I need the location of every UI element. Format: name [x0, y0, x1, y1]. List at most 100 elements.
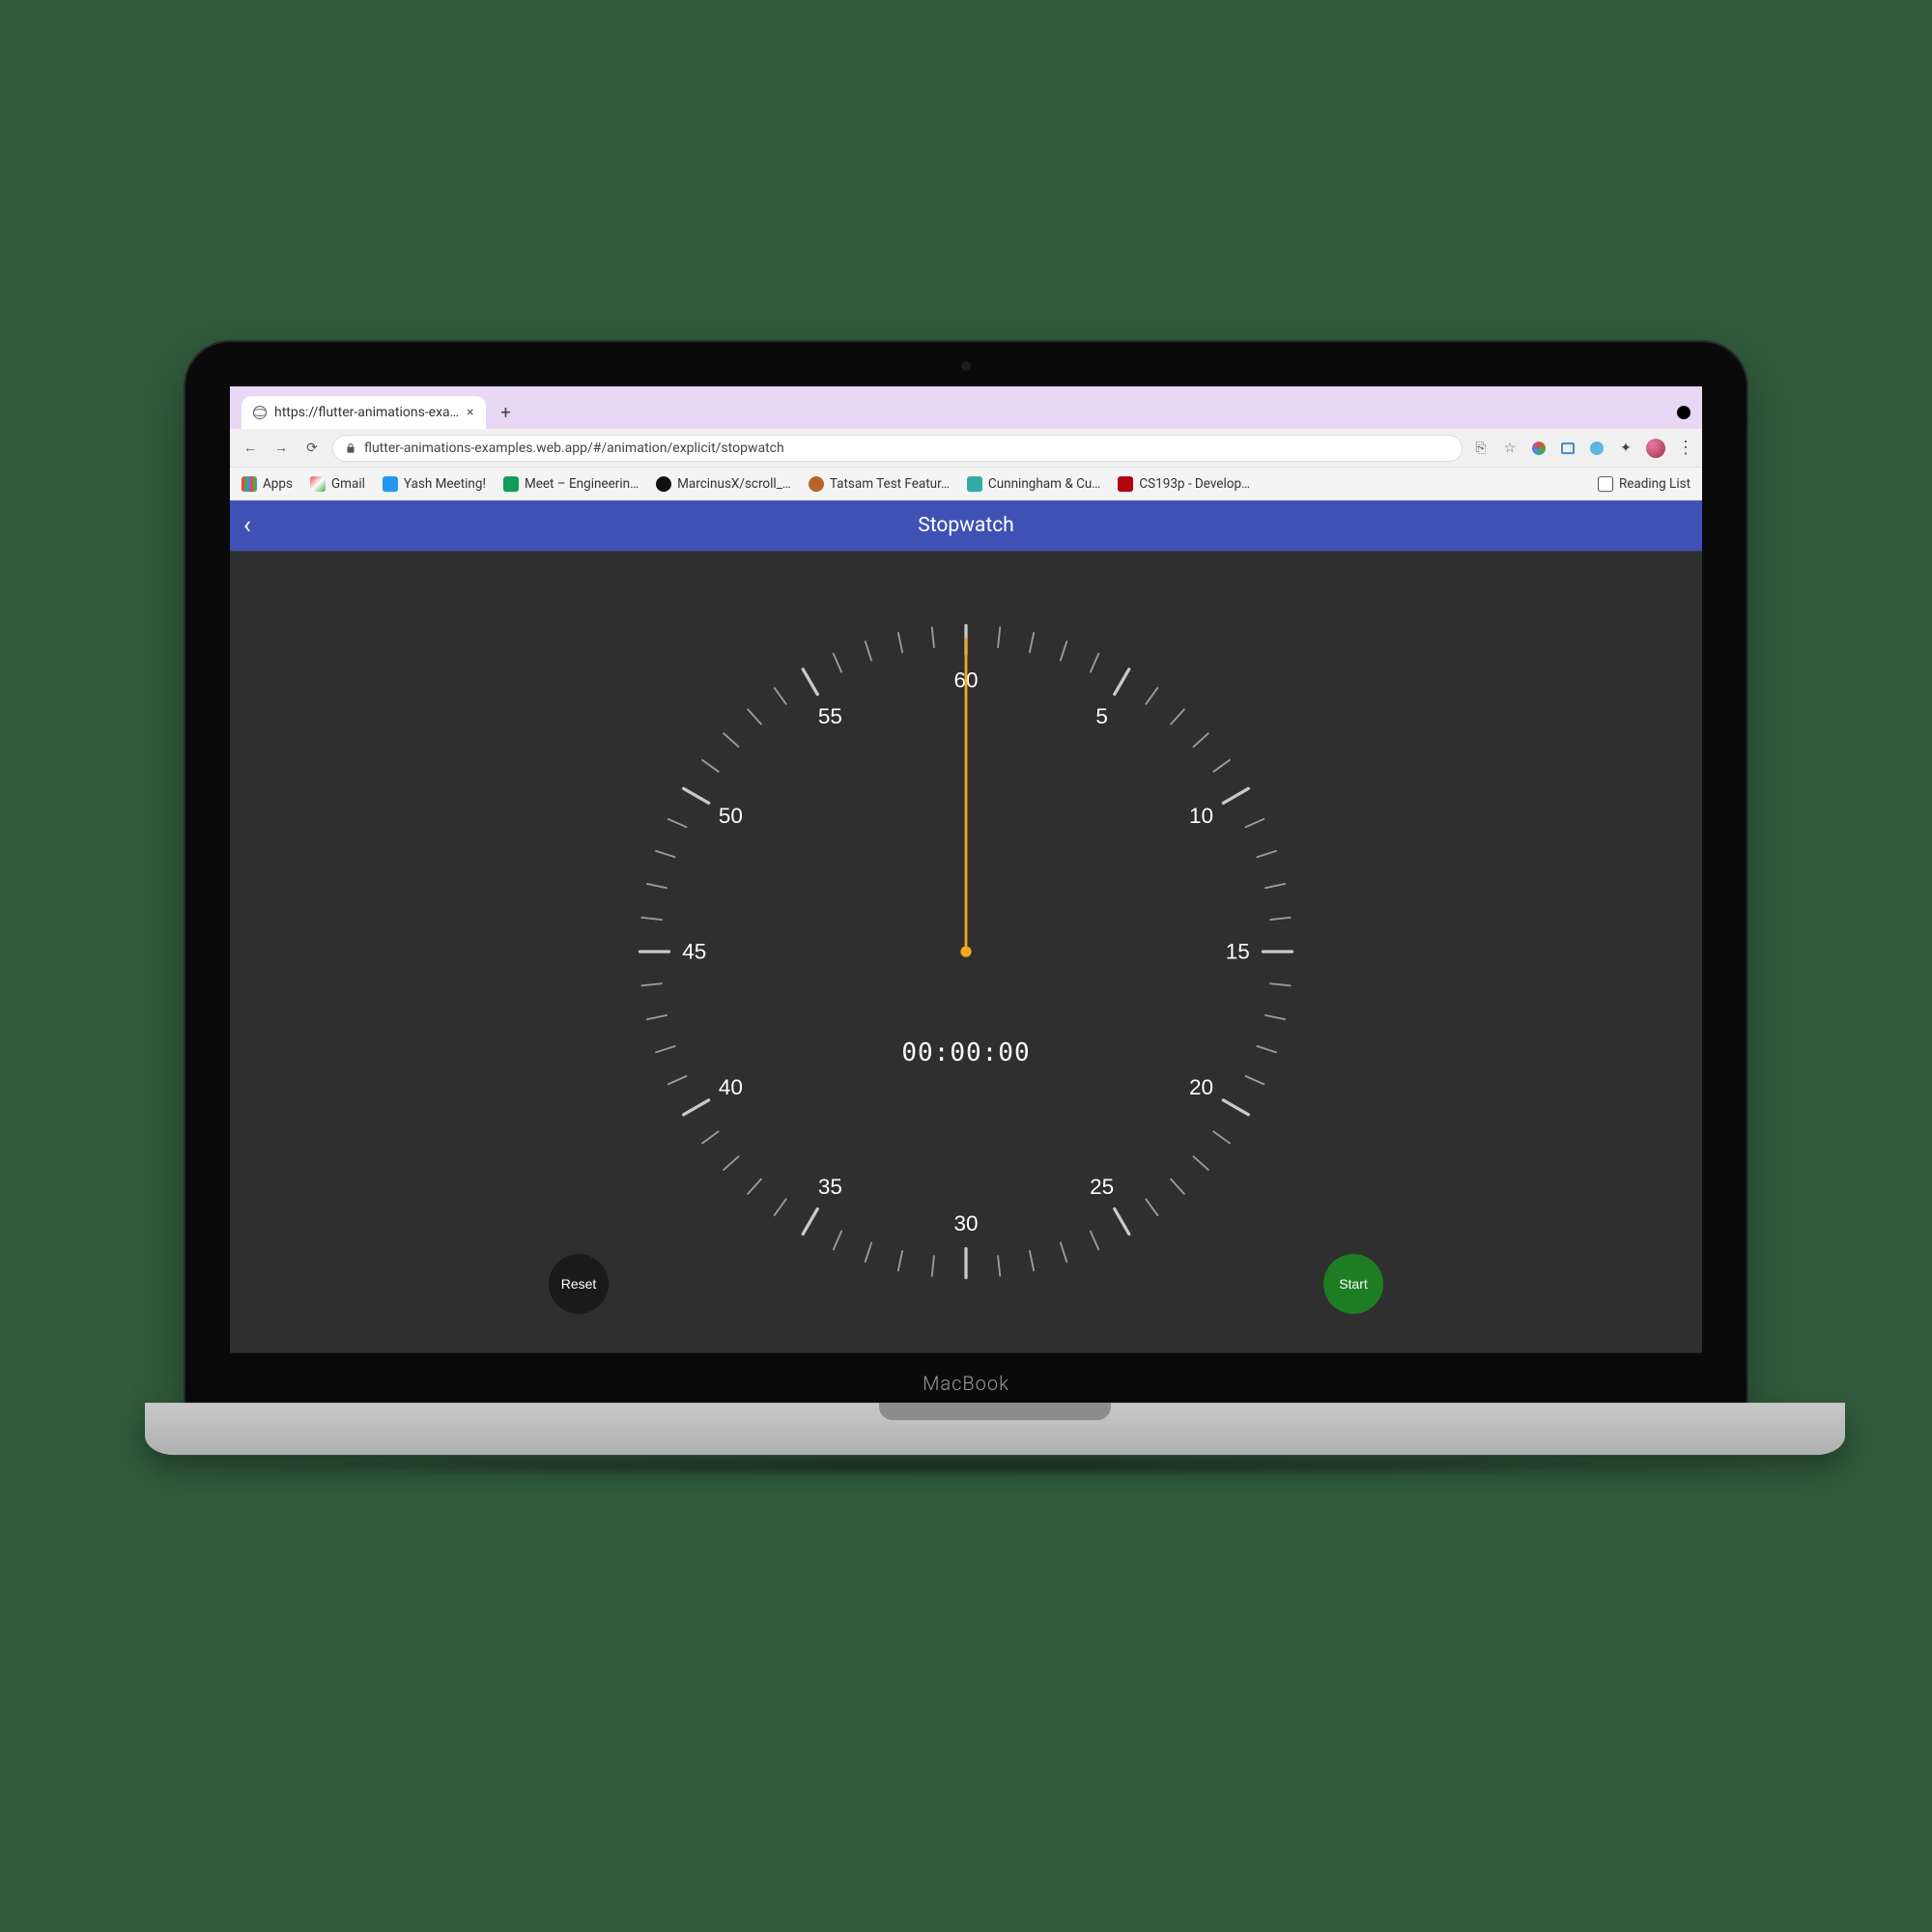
minor-tick — [656, 851, 675, 857]
ext-color-icon[interactable] — [1530, 440, 1548, 457]
tabbar-status-dot — [1677, 406, 1690, 419]
gmail-icon — [310, 476, 326, 492]
minor-tick — [702, 1131, 719, 1143]
minor-tick — [1246, 819, 1264, 827]
minor-tick — [702, 760, 719, 772]
minor-tick — [1213, 1131, 1230, 1143]
meet-icon — [503, 476, 519, 492]
tatsam-icon — [809, 476, 824, 492]
back-button[interactable]: ← — [240, 440, 261, 456]
chrome-window: https://flutter-animations-exa… × + ← → … — [230, 386, 1702, 1352]
globe-icon — [253, 406, 267, 419]
extensions-icon[interactable]: ✦ — [1617, 440, 1634, 457]
elapsed-time: 00:00:00 — [901, 1038, 1030, 1067]
minor-tick — [1257, 1046, 1276, 1052]
share-icon[interactable]: ⎘ — [1472, 440, 1490, 457]
major-tick — [1115, 1208, 1129, 1234]
github-icon — [656, 476, 671, 492]
minor-tick — [1194, 733, 1208, 747]
minor-tick — [1061, 641, 1066, 661]
chrome-menu-button[interactable]: ⋮ — [1677, 438, 1692, 458]
reset-button[interactable]: Reset — [549, 1254, 609, 1314]
tab-title: https://flutter-animations-exa… — [274, 405, 459, 420]
minor-tick — [1213, 760, 1230, 772]
laptop-deck — [145, 1403, 1845, 1455]
app-bar: ‹ Stopwatch — [230, 500, 1702, 551]
clock-number: 50 — [719, 804, 743, 828]
macbook-label: MacBook — [923, 1372, 1009, 1395]
bookmark-reading-list[interactable]: Reading List — [1598, 476, 1690, 492]
major-tick — [1223, 1100, 1248, 1115]
bookmark-cunningham[interactable]: Cunningham & Cu… — [967, 476, 1100, 492]
calendar-icon — [383, 476, 398, 492]
minor-tick — [1171, 709, 1184, 724]
cunningham-icon — [967, 476, 982, 492]
minor-tick — [1265, 1015, 1285, 1019]
minor-tick — [724, 733, 738, 747]
shadow — [145, 1455, 1787, 1478]
chrome-tabbar: https://flutter-animations-exa… × + — [230, 386, 1702, 429]
clock-number: 35 — [818, 1175, 842, 1199]
clock-number: 25 — [1090, 1175, 1114, 1199]
bookmark-yash[interactable]: Yash Meeting! — [383, 476, 486, 492]
minor-tick — [932, 1256, 934, 1276]
forward-button[interactable]: → — [270, 440, 292, 456]
clock-number: 55 — [818, 704, 842, 728]
reload-button[interactable]: ⟳ — [301, 440, 323, 456]
bookmark-marcinus[interactable]: MarcinusX/scroll_… — [656, 476, 791, 492]
bookmarks-bar: Apps Gmail Yash Meeting! Meet – Eng — [230, 468, 1702, 500]
minor-tick — [834, 654, 841, 672]
major-tick — [1115, 669, 1129, 695]
app-title: Stopwatch — [918, 514, 1014, 537]
hand-center-pin — [960, 946, 971, 956]
reading-list-icon — [1598, 476, 1613, 492]
star-icon[interactable]: ☆ — [1501, 440, 1519, 457]
bookmark-gmail[interactable]: Gmail — [310, 476, 365, 492]
minor-tick — [748, 1179, 761, 1194]
minor-tick — [1146, 688, 1157, 704]
minor-tick — [1030, 633, 1034, 652]
minor-tick — [647, 884, 667, 888]
new-tab-button[interactable]: + — [494, 400, 519, 425]
major-tick — [803, 1208, 817, 1234]
minor-tick — [998, 627, 1000, 647]
minor-tick — [1246, 1076, 1264, 1084]
ext-rect-icon[interactable] — [1559, 440, 1577, 457]
minor-tick — [656, 1046, 675, 1052]
bookmark-meet[interactable]: Meet – Engineerin… — [503, 476, 639, 492]
apps-icon — [242, 476, 257, 492]
trackpad-notch — [879, 1403, 1111, 1420]
minor-tick — [1257, 851, 1276, 857]
address-bar[interactable]: flutter-animations-examples.web.app/#/an… — [332, 435, 1463, 462]
clock-number: 5 — [1095, 704, 1108, 728]
bookmark-tatsam[interactable]: Tatsam Test Featur… — [809, 476, 950, 492]
bookmark-apps[interactable]: Apps — [242, 476, 293, 492]
close-tab-icon[interactable]: × — [467, 405, 473, 420]
minor-tick — [1171, 1179, 1184, 1194]
clock-number: 10 — [1189, 804, 1213, 828]
minor-tick — [1265, 884, 1285, 888]
start-button[interactable]: Start — [1323, 1254, 1383, 1314]
profile-avatar[interactable] — [1646, 439, 1665, 458]
minor-tick — [1194, 1156, 1208, 1170]
bookmark-cs193p[interactable]: CS193p - Develop… — [1118, 476, 1250, 492]
major-tick — [684, 788, 709, 803]
browser-tab[interactable]: https://flutter-animations-exa… × — [242, 396, 486, 429]
stopwatch-body: 51015202530354045505560 00:00:00 Reset S… — [230, 551, 1702, 1352]
url-text: flutter-animations-examples.web.app/#/an… — [364, 440, 784, 456]
minor-tick — [898, 1251, 902, 1270]
minor-tick — [1091, 654, 1098, 672]
minor-tick — [668, 819, 687, 827]
minor-tick — [932, 627, 934, 647]
laptop-lid: https://flutter-animations-exa… × + ← → … — [184, 340, 1748, 1412]
back-icon[interactable]: ‹ — [243, 511, 251, 540]
ext-blue-icon[interactable] — [1588, 440, 1605, 457]
minor-tick — [866, 1243, 871, 1263]
clock-number: 15 — [1226, 940, 1250, 964]
clock-number: 45 — [682, 940, 706, 964]
laptop-frame: https://flutter-animations-exa… × + ← → … — [145, 340, 1787, 1478]
lock-icon — [345, 442, 356, 454]
minor-tick — [1146, 1199, 1157, 1215]
major-tick — [803, 669, 817, 695]
clock-number: 20 — [1189, 1075, 1213, 1099]
